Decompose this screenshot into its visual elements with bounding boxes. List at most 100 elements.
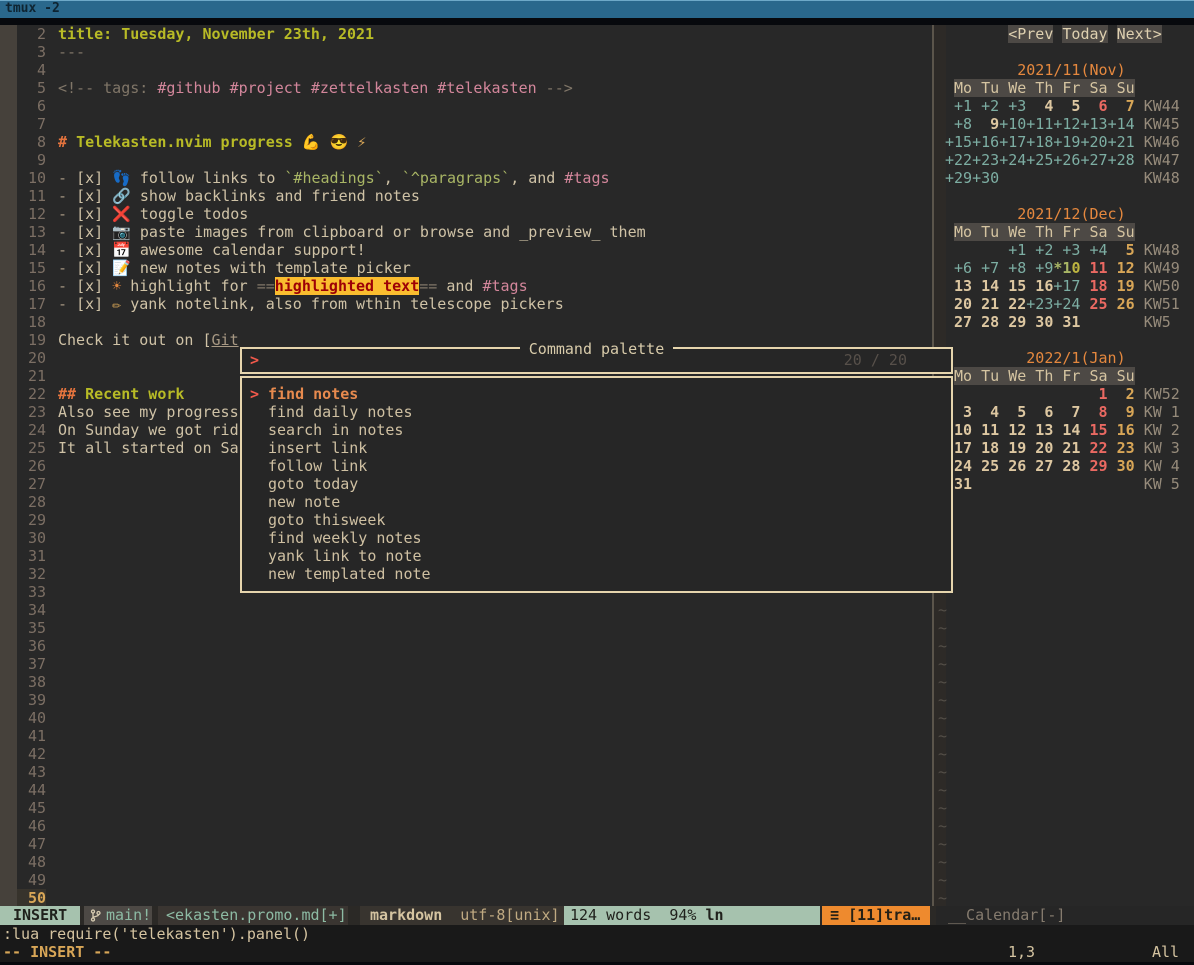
editor-line[interactable]: 4 xyxy=(0,61,931,79)
calendar-day-cell[interactable]: 5 xyxy=(1108,241,1135,259)
palette-item[interactable]: new note xyxy=(242,493,951,511)
calendar-day-cell[interactable]: 27 xyxy=(1026,457,1053,475)
calendar-day-cell[interactable]: 26 xyxy=(1108,295,1135,313)
editor-line[interactable]: 5<!-- tags: #github #project #zettelkast… xyxy=(0,79,931,97)
calendar-day-cell[interactable]: *10 xyxy=(1053,259,1080,277)
calendar-day-cell[interactable]: +7 xyxy=(972,259,999,277)
calendar-day-cell[interactable]: 13 xyxy=(1026,421,1053,439)
editor-line[interactable]: 3--- xyxy=(0,43,931,61)
editor-line[interactable]: 8# Telekasten.nvim progress 💪 😎 ⚡ xyxy=(0,133,931,151)
calendar-day-cell[interactable]: 14 xyxy=(972,277,999,295)
calendar-prev-button[interactable]: <Prev xyxy=(1008,25,1053,43)
calendar-day-cell[interactable]: +12 xyxy=(1053,115,1080,133)
calendar-day-cell[interactable]: 29 xyxy=(1080,457,1107,475)
calendar-day-cell[interactable]: +17 xyxy=(1053,277,1080,295)
calendar-day-cell[interactable]: 4 xyxy=(972,403,999,421)
editor-line[interactable]: 44 xyxy=(0,781,931,799)
editor-line[interactable]: 12- [x] ❌ toggle todos xyxy=(0,205,931,223)
calendar-day-cell[interactable]: +20 xyxy=(1080,133,1107,151)
calendar-day-cell[interactable]: 22 xyxy=(1080,439,1107,457)
editor-line[interactable]: 7 xyxy=(0,115,931,133)
editor-line[interactable]: 14- [x] 📅 awesome calendar support! xyxy=(0,241,931,259)
editor-line[interactable]: 48 xyxy=(0,853,931,871)
calendar-day-cell[interactable]: 8 xyxy=(1080,403,1107,421)
calendar-day-cell[interactable]: +15 xyxy=(945,133,972,151)
calendar-day-cell[interactable]: +3 xyxy=(999,97,1026,115)
calendar-day-cell[interactable]: 11 xyxy=(1080,259,1107,277)
calendar-day-cell[interactable]: +24 xyxy=(1053,295,1080,313)
palette-item[interactable]: yank link to note xyxy=(242,547,951,565)
calendar-day-cell[interactable]: +14 xyxy=(1108,115,1135,133)
calendar-day-cell[interactable]: 26 xyxy=(999,457,1026,475)
calendar-day-cell[interactable]: +30 xyxy=(972,169,999,187)
editor-line[interactable]: 6 xyxy=(0,97,931,115)
calendar-day-cell[interactable]: 12 xyxy=(1108,259,1135,277)
editor-line[interactable]: 42 xyxy=(0,745,931,763)
calendar-day-cell[interactable]: +1 xyxy=(945,97,972,115)
calendar-day-cell[interactable]: +28 xyxy=(1108,151,1135,169)
calendar-day-cell[interactable]: +2 xyxy=(972,97,999,115)
calendar-day-cell[interactable]: 19 xyxy=(999,439,1026,457)
calendar-day-cell[interactable]: 23 xyxy=(1108,439,1135,457)
command-palette-prompt-box[interactable]: Command palette > 20 / 20 xyxy=(240,347,953,374)
editor-line[interactable]: 16- [x] ☀ highlight for ==highlighted te… xyxy=(0,277,931,295)
calendar-day-cell[interactable]: +21 xyxy=(1108,133,1135,151)
calendar-day-cell[interactable]: 16 xyxy=(1026,277,1053,295)
calendar-day-cell[interactable]: 5 xyxy=(1053,97,1080,115)
calendar-day-cell[interactable]: 15 xyxy=(1080,421,1107,439)
calendar-day-cell[interactable]: 21 xyxy=(1053,439,1080,457)
editor-line[interactable]: 47 xyxy=(0,835,931,853)
calendar-day-cell[interactable]: 30 xyxy=(1108,457,1135,475)
editor-line[interactable]: 46 xyxy=(0,817,931,835)
calendar-day-cell[interactable]: +2 xyxy=(1026,241,1053,259)
calendar-day-cell[interactable]: 4 xyxy=(1026,97,1053,115)
calendar-day-cell[interactable]: +6 xyxy=(945,259,972,277)
editor-line[interactable]: 37 xyxy=(0,655,931,673)
editor-line[interactable]: 15- [x] 📝 new notes with template picker xyxy=(0,259,931,277)
calendar-day-cell[interactable]: +8 xyxy=(999,259,1026,277)
calendar-day-cell[interactable]: +9 xyxy=(1026,259,1053,277)
editor-line[interactable]: 2title: Tuesday, November 23th, 2021 xyxy=(0,25,931,43)
calendar-day-cell[interactable]: 12 xyxy=(999,421,1026,439)
calendar-day-cell[interactable]: 29 xyxy=(999,313,1026,331)
editor-line[interactable]: 9 xyxy=(0,151,931,169)
calendar-day-cell[interactable]: 21 xyxy=(972,295,999,313)
calendar-day-cell[interactable]: +24 xyxy=(999,151,1026,169)
calendar-day-cell[interactable]: 9 xyxy=(1108,403,1135,421)
editor-line[interactable]: 36 xyxy=(0,637,931,655)
editor-line[interactable]: 13- [x] 📷 paste images from clipboard or… xyxy=(0,223,931,241)
window-titlebar[interactable]: tmux -2 xyxy=(0,0,1194,18)
editor-line[interactable]: 18 xyxy=(0,313,931,331)
editor-line[interactable]: 11- [x] 🔗 show backlinks and friend note… xyxy=(0,187,931,205)
editor-line[interactable]: 43 xyxy=(0,763,931,781)
palette-item[interactable]: find weekly notes xyxy=(242,529,951,547)
calendar-day-cell[interactable]: +26 xyxy=(1053,151,1080,169)
calendar-day-cell[interactable]: +1 xyxy=(999,241,1026,259)
calendar-day-cell[interactable]: 7 xyxy=(1108,97,1135,115)
editor-line[interactable]: 35 xyxy=(0,619,931,637)
palette-item[interactable]: find daily notes xyxy=(242,403,951,421)
editor-line[interactable]: 34 xyxy=(0,601,931,619)
calendar-day-cell[interactable]: 20 xyxy=(1026,439,1053,457)
calendar-day-cell[interactable]: +16 xyxy=(972,133,999,151)
calendar-day-cell[interactable]: +13 xyxy=(1080,115,1107,133)
calendar-day-cell[interactable]: +22 xyxy=(945,151,972,169)
calendar-day-cell[interactable]: 9 xyxy=(972,115,999,133)
palette-item[interactable]: goto thisweek xyxy=(242,511,951,529)
palette-item[interactable]: goto today xyxy=(242,475,951,493)
calendar-day-cell[interactable]: 19 xyxy=(1108,277,1135,295)
calendar-day-cell[interactable]: +19 xyxy=(1053,133,1080,151)
calendar-day-cell[interactable]: 15 xyxy=(999,277,1026,295)
editor-line[interactable]: 39 xyxy=(0,691,931,709)
calendar-day-cell[interactable]: 7 xyxy=(1053,403,1080,421)
palette-item[interactable]: >find notes xyxy=(242,385,951,403)
calendar-day-cell[interactable]: 27 xyxy=(945,313,972,331)
filename-segment[interactable]: <ekasten.promo.md[+] xyxy=(158,906,348,925)
editor-line[interactable]: 41 xyxy=(0,727,931,745)
calendar-day-cell[interactable]: 30 xyxy=(1026,313,1053,331)
editor-line[interactable]: 45 xyxy=(0,799,931,817)
editor-line[interactable]: 38 xyxy=(0,673,931,691)
calendar-day-cell[interactable]: 6 xyxy=(1080,97,1107,115)
calendar-day-cell[interactable]: 25 xyxy=(1080,295,1107,313)
calendar-day-cell[interactable]: +25 xyxy=(1026,151,1053,169)
